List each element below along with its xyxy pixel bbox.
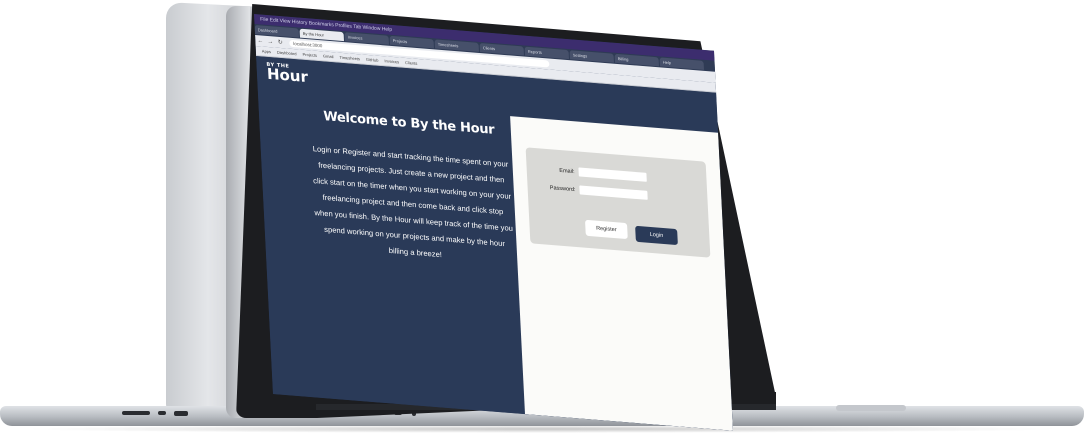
welcome-title: Welcome to By the Hour — [323, 109, 495, 138]
logo-big-text: Hour — [266, 64, 309, 87]
email-label: Email: — [559, 167, 575, 175]
welcome-section: Welcome to By the Hour Login or Register… — [309, 108, 516, 269]
register-button[interactable]: Register — [585, 219, 628, 240]
bookmark-item[interactable]: Timesheets — [339, 53, 360, 64]
hdmi-port — [174, 411, 188, 416]
usb-c-port — [158, 411, 166, 415]
login-button[interactable]: Login — [635, 225, 678, 246]
email-row: Email: — [544, 165, 647, 182]
back-arrow-icon[interactable]: ← — [255, 38, 265, 45]
welcome-description: Login or Register and start tracking the… — [312, 144, 514, 260]
bookmark-item[interactable]: Apps — [262, 46, 272, 56]
forward-arrow-icon[interactable]: → — [265, 38, 275, 45]
bookmark-item[interactable]: Projects — [302, 50, 317, 60]
password-label: Password: — [549, 184, 576, 193]
bookmark-item[interactable]: GitHub — [366, 55, 379, 65]
bookmark-item[interactable]: Gmail — [323, 51, 334, 61]
password-field[interactable] — [579, 185, 648, 200]
sd-card-slot — [122, 411, 150, 415]
bookmark-item[interactable]: Dashboard — [277, 48, 297, 59]
bookmark-item[interactable]: Invoices — [384, 56, 399, 66]
password-row: Password: — [545, 183, 648, 200]
reload-icon[interactable]: ↻ — [275, 39, 285, 47]
login-pane: Email: Password: Register Login — [510, 116, 733, 431]
laptop-shadow — [20, 425, 1064, 433]
login-form: Email: Password: Register Login — [525, 147, 711, 258]
trackpad-edge — [836, 405, 906, 411]
bookmark-item[interactable]: Clients — [405, 58, 418, 68]
app-logo[interactable]: BY THE Hour — [266, 62, 309, 87]
app-page: BY THE Hour Welcome to By the Hour Login… — [256, 56, 733, 431]
email-field[interactable] — [578, 167, 647, 182]
laptop-display: File Edit View History Bookmarks Profile… — [254, 14, 733, 431]
